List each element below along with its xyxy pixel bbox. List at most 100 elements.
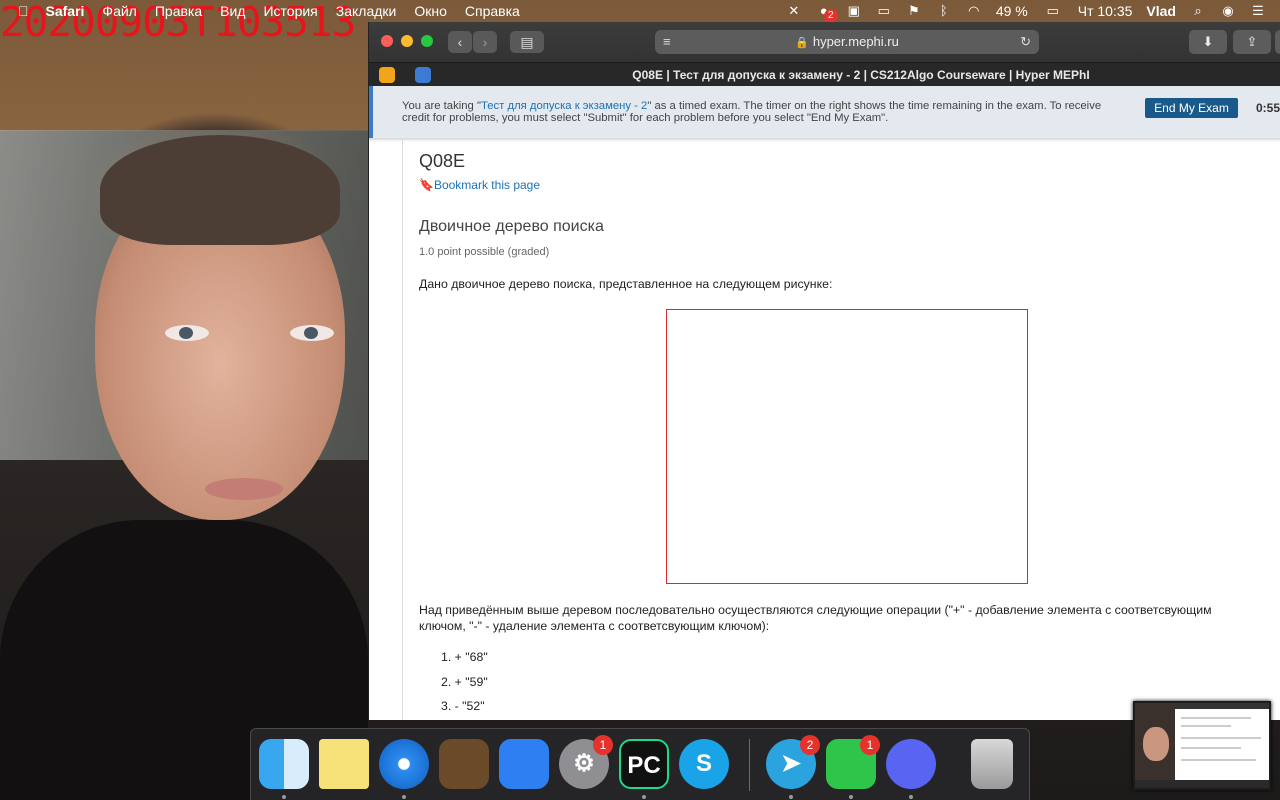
preview-dock [1135,780,1269,788]
notification-center-icon[interactable]: ☰ [1250,4,1266,18]
safari-window: ‹ › ▤ ≡ 🔒 hyper.mephi.ru ↻ ⬇ ⇪ Q08E | Тес… [368,22,1280,720]
user-name[interactable]: Vlad [1146,3,1176,19]
person-eye-right [290,325,334,341]
notification-app-icon[interactable]: ● 2 [816,4,838,23]
preview-toolbar [1175,703,1269,709]
system-preferences-badge: 1 [593,735,613,755]
battery-percent[interactable]: 49 % [996,3,1028,19]
back-button[interactable]: ‹ [448,31,472,53]
facetime-badge: 1 [860,735,880,755]
downloads-button[interactable]: ⬇ [1189,30,1227,54]
menu-edit[interactable]: Правка [146,3,211,19]
preview-line [1181,725,1231,727]
address-bar[interactable]: ≡ 🔒 hyper.mephi.ru ↻ [655,30,1039,54]
tab-bar: Q08E | Тест для допуска к экзамену - 2 |… [369,62,1280,87]
close-window-button[interactable] [381,35,393,47]
problem-points: 1.0 point possible (graded) [419,246,550,258]
dock: ⚙ 1 PC S ➤ 2 1 [250,728,1030,800]
notification-badge: 2 [823,9,838,23]
xcode-icon[interactable] [499,739,549,789]
menu-bar:  Safari Файл Правка Вид История Закладк… [0,0,1280,23]
apple-menu-icon[interactable]:  [0,3,37,19]
messages-icon[interactable]: ▣ [846,4,862,18]
reader-mode-icon[interactable]: ≡ [663,30,671,54]
operations-description: Над приведённым выше деревом последовате… [419,603,1212,633]
status-area: ✕ ● 2 ▣ ▭ ⚑ ᛒ ◠ 49 % ▭ Чт 10:35 Vlad ⌕ ◉ … [786,0,1280,23]
input-flag-icon[interactable]: ⚑ [906,4,922,18]
safari-icon[interactable] [379,739,429,789]
sidebar-toggle-button[interactable]: ▤ [510,31,544,53]
problem-title: Двоичное дерево поиска [419,218,604,235]
menu-bookmarks[interactable]: Закладки [327,3,406,19]
display-icon[interactable]: ▭ [876,4,892,18]
pinned-tab-icon[interactable] [379,67,395,83]
bluetooth-icon[interactable]: ᛒ [936,4,952,18]
preview-line [1181,717,1251,719]
menu-view[interactable]: Вид [211,3,254,19]
mic-muted-icon[interactable]: ✕ [786,4,802,18]
menu-history[interactable]: История [254,3,326,19]
active-tab-title[interactable]: Q08E | Тест для допуска к экзамену - 2 |… [441,63,1280,87]
menu-file[interactable]: Файл [93,3,145,19]
pycharm-icon[interactable]: PC [619,739,669,789]
wifi-icon[interactable]: ◠ [966,4,982,18]
content-shadow [369,138,1280,142]
menu-help[interactable]: Справка [456,3,529,19]
screen-preview-thumbnail[interactable] [1133,701,1271,790]
url-text: hyper.mephi.ru [812,34,899,49]
preview-face [1143,727,1169,761]
exam-banner-message: You are taking "Тест для допуска к экзам… [402,100,1122,124]
forward-button[interactable]: › [473,31,497,53]
running-indicator [402,795,406,799]
trash-icon[interactable] [971,739,1013,789]
lock-icon: 🔒 [795,37,809,49]
dock-separator [749,739,750,791]
problem-intro: Дано двоичное дерево поиска, представлен… [419,277,833,291]
battery-icon[interactable]: ▭ [1042,4,1064,18]
menu-app-name[interactable]: Safari [37,3,94,19]
minimize-window-button[interactable] [401,35,413,47]
running-indicator [849,795,853,799]
pinned-tab-chat-icon[interactable] [415,67,431,83]
content-left-rule [402,138,403,720]
menu-window[interactable]: Окно [405,3,456,19]
finder-icon[interactable] [259,739,309,789]
timed-exam-banner: You are taking "Тест для допуска к экзам… [369,86,1280,138]
person-eye-left [165,325,209,341]
page-content: Q08E 🔖Bookmark this page Двоичное дерево… [369,138,1280,720]
unit-title: Q08E [419,151,466,171]
reload-icon[interactable]: ↻ [1020,30,1031,54]
zoom-window-button[interactable] [421,35,433,47]
running-indicator [909,795,913,799]
skype-icon[interactable]: S [679,739,729,789]
tabs-overview-button[interactable] [1275,30,1280,54]
exam-timer: 0:55: [1256,101,1280,115]
operation-item: 3. - "52" [441,699,485,713]
spotlight-search-icon[interactable]: ⌕ [1190,4,1206,18]
garageband-icon[interactable] [439,739,489,789]
siri-icon[interactable]: ◉ [1220,4,1236,18]
person-hair [100,135,340,245]
operation-item: 1. + "68" [441,650,488,664]
clock[interactable]: Чт 10:35 [1078,3,1133,19]
running-indicator [642,795,646,799]
notes-icon[interactable] [319,739,369,789]
person-mouth [205,478,283,500]
browser-toolbar: ‹ › ▤ ≡ 🔒 hyper.mephi.ru ↻ ⬇ ⇪ [369,22,1280,62]
running-indicator [282,795,286,799]
preview-line [1181,747,1241,749]
bookmark-icon: 🔖 [419,178,434,192]
preview-line [1181,759,1256,761]
bookmark-label: Bookmark this page [433,178,541,192]
running-indicator [789,795,793,799]
end-my-exam-button[interactable]: End My Exam [1145,98,1238,118]
tree-figure-placeholder [666,309,1028,584]
share-button[interactable]: ⇪ [1233,30,1271,54]
preview-line [1181,737,1261,739]
operation-item: 2. + "59" [441,675,488,689]
bookmark-link[interactable]: 🔖Bookmark this page [419,178,540,192]
discord-icon[interactable] [886,739,936,789]
exam-link[interactable]: Тест для допуска к экзамену - 2 [481,100,647,112]
telegram-badge: 2 [800,735,820,755]
banner-text-before: You are taking " [402,100,481,112]
